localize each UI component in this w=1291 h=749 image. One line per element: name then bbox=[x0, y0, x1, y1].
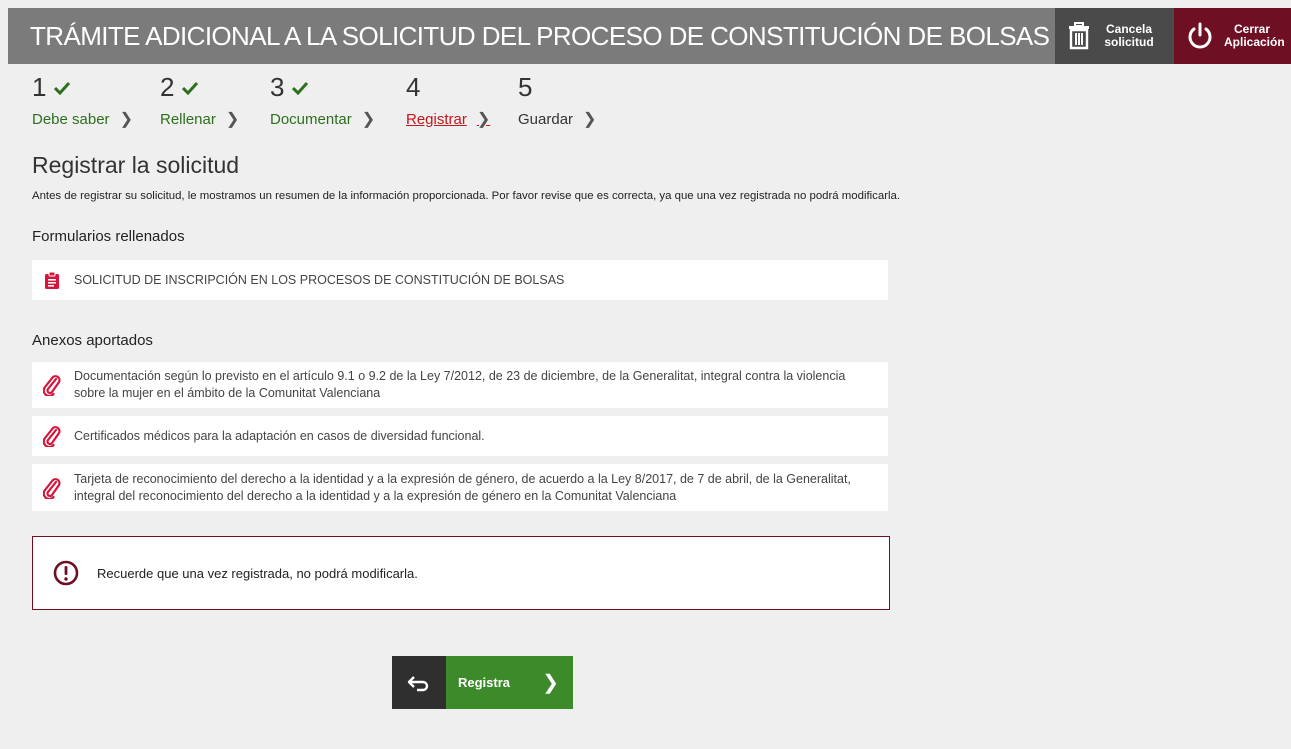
cancel-request-button[interactable]: Cancela solicitud bbox=[1055, 8, 1174, 64]
step-number: 5 bbox=[518, 72, 533, 102]
step-debe-saber[interactable]: 1 Debe saber ❯ bbox=[32, 72, 133, 129]
annex-item[interactable]: Certificados médicos para la adaptación … bbox=[32, 416, 888, 456]
annex-item-label: Documentación según lo previsto en el ar… bbox=[74, 369, 846, 400]
check-icon bbox=[54, 81, 71, 95]
step-label: Rellenar bbox=[160, 110, 216, 128]
step-label: Registrar bbox=[406, 110, 467, 128]
action-buttons: Registra ❯ bbox=[392, 656, 573, 709]
form-item-label: SOLICITUD DE INSCRIPCIÓN EN LOS PROCESOS… bbox=[74, 272, 565, 287]
annexes-heading: Anexos aportados bbox=[32, 332, 153, 349]
step-rellenar[interactable]: 2 Rellenar ❯ bbox=[160, 72, 239, 129]
chevron-right-icon: ❯ bbox=[119, 111, 133, 128]
intro-text: Antes de registrar su solicitud, le most… bbox=[32, 190, 901, 202]
cancel-request-label: Cancela solicitud bbox=[1104, 22, 1154, 49]
paperclip-icon bbox=[43, 477, 61, 499]
check-icon bbox=[292, 81, 309, 95]
step-label: Documentar bbox=[270, 110, 352, 128]
paperclip-icon bbox=[43, 426, 61, 447]
register-label: Registra bbox=[458, 675, 511, 690]
app-header: TRÁMITE ADICIONAL A LA SOLICITUD DEL PRO… bbox=[8, 8, 1291, 64]
return-arrow-icon bbox=[407, 675, 429, 691]
back-button[interactable] bbox=[392, 656, 446, 709]
chevron-right-icon: ❯ bbox=[542, 672, 559, 694]
alert-text: Recuerde que una vez registrada, no podr… bbox=[97, 565, 418, 581]
page-title: Registrar la solicitud bbox=[32, 152, 240, 178]
chevron-right-icon: ❯ bbox=[225, 111, 240, 128]
paperclip-icon bbox=[43, 375, 61, 396]
app-title: TRÁMITE ADICIONAL A LA SOLICITUD DEL PRO… bbox=[30, 21, 1050, 51]
close-app-button[interactable]: Cerrar Aplicación bbox=[1174, 8, 1291, 64]
clipboard-icon bbox=[45, 271, 59, 289]
trash-icon bbox=[1069, 22, 1089, 50]
step-registrar[interactable]: 4 Registrar ❯ bbox=[406, 72, 490, 129]
check-icon bbox=[182, 81, 199, 95]
annex-item-label: Tarjeta de reconocimiento del derecho a … bbox=[74, 471, 851, 503]
form-item[interactable]: SOLICITUD DE INSCRIPCIÓN EN LOS PROCESOS… bbox=[32, 260, 888, 300]
chevron-right-icon: ❯ bbox=[361, 111, 376, 128]
step-number: 3 bbox=[270, 72, 285, 102]
exclamation-circle-icon bbox=[53, 560, 79, 586]
annex-item-label: Certificados médicos para la adaptación … bbox=[74, 428, 485, 443]
step-number: 4 bbox=[406, 72, 421, 102]
step-guardar[interactable]: 5 Guardar ❯ bbox=[518, 72, 596, 129]
annex-item[interactable]: Tarjeta de reconocimiento del derecho a … bbox=[32, 464, 888, 511]
annex-item[interactable]: Documentación según lo previsto en el ar… bbox=[32, 362, 888, 408]
power-icon bbox=[1188, 22, 1212, 49]
step-label: Guardar bbox=[518, 110, 574, 128]
warning-alert: Recuerde que una vez registrada, no podr… bbox=[32, 536, 890, 610]
step-documentar[interactable]: 3 Documentar ❯ bbox=[270, 72, 375, 129]
forms-heading: Formularios rellenados bbox=[32, 228, 185, 245]
chevron-right-icon: ❯ bbox=[476, 111, 491, 128]
step-number: 1 bbox=[32, 72, 47, 102]
close-app-label: Cerrar Aplicación bbox=[1224, 22, 1285, 49]
step-label: Debe saber bbox=[32, 110, 110, 128]
step-number: 2 bbox=[160, 72, 175, 102]
register-button[interactable]: Registra ❯ bbox=[446, 656, 573, 709]
chevron-right-icon: ❯ bbox=[583, 111, 597, 128]
